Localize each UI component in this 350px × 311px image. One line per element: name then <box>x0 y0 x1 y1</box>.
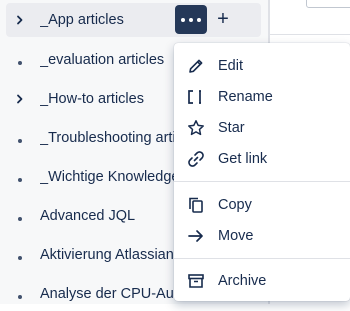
menu-item-archive[interactable]: Archive <box>174 265 350 296</box>
menu-item-rename[interactable]: Rename <box>174 81 350 112</box>
content-divider <box>270 34 350 35</box>
star-icon <box>185 117 207 139</box>
bullet-icon <box>6 209 34 224</box>
menu-item-edit[interactable]: Edit <box>174 50 350 81</box>
chevron-right-icon[interactable] <box>6 15 34 25</box>
menu-item-copy[interactable]: Copy <box>174 189 350 220</box>
chevron-right-icon[interactable] <box>6 94 34 104</box>
add-child-page-button[interactable]: + <box>211 5 235 34</box>
content-input-edge[interactable] <box>306 0 350 8</box>
menu-separator <box>174 181 350 182</box>
more-actions-button[interactable] <box>175 5 207 34</box>
bullet-icon <box>6 131 34 146</box>
rename-cursor-icon <box>185 86 207 108</box>
bullet-icon <box>6 248 34 263</box>
link-icon <box>185 148 207 170</box>
pencil-icon <box>185 55 207 77</box>
menu-item-get-link[interactable]: Get link <box>174 143 350 174</box>
page-actions-menu: Edit Rename Star Get link Copy Move Arch… <box>174 43 350 301</box>
menu-item-star[interactable]: Star <box>174 112 350 143</box>
more-dots-icon <box>181 17 185 22</box>
bullet-icon <box>6 53 34 68</box>
arrow-right-icon <box>185 225 207 247</box>
menu-separator <box>174 258 350 259</box>
bullet-icon <box>6 170 34 185</box>
plus-icon: + <box>217 8 229 30</box>
menu-item-move[interactable]: Move <box>174 220 350 251</box>
archive-icon <box>185 270 207 292</box>
copy-icon <box>185 194 207 216</box>
bullet-icon <box>6 287 34 302</box>
